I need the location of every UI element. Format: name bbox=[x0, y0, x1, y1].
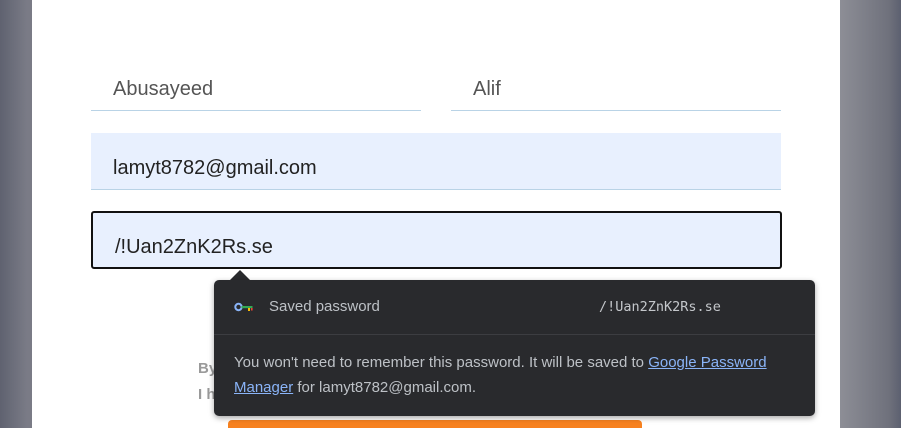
last-name-field[interactable]: Alif bbox=[451, 68, 781, 111]
password-field[interactable]: /!Uan2ZnK2Rs.se bbox=[91, 211, 782, 269]
popup-message-suffix: for lamyt8782@gmail.com. bbox=[293, 379, 476, 396]
saved-password-label: Saved password bbox=[269, 298, 380, 315]
first-name-value: Abusayeed bbox=[113, 78, 214, 100]
popup-message: You won't need to remember this password… bbox=[234, 350, 794, 400]
email-value: lamyt8782@gmail.com bbox=[113, 157, 317, 179]
email-field[interactable]: lamyt8782@gmail.com bbox=[91, 133, 781, 190]
first-name-field[interactable]: Abusayeed bbox=[91, 68, 421, 111]
popup-divider bbox=[214, 334, 815, 335]
save-password-popup: Saved password /!Uan2ZnK2Rs.se You won't… bbox=[214, 280, 815, 416]
popup-message-prefix: You won't need to remember this password… bbox=[234, 354, 649, 371]
saved-password-value: /!Uan2ZnK2Rs.se bbox=[599, 299, 721, 315]
key-icon bbox=[234, 302, 253, 312]
submit-button[interactable] bbox=[228, 420, 642, 428]
backdrop bbox=[840, 0, 901, 428]
password-value: /!Uan2ZnK2Rs.se bbox=[115, 236, 273, 258]
last-name-value: Alif bbox=[473, 78, 501, 100]
